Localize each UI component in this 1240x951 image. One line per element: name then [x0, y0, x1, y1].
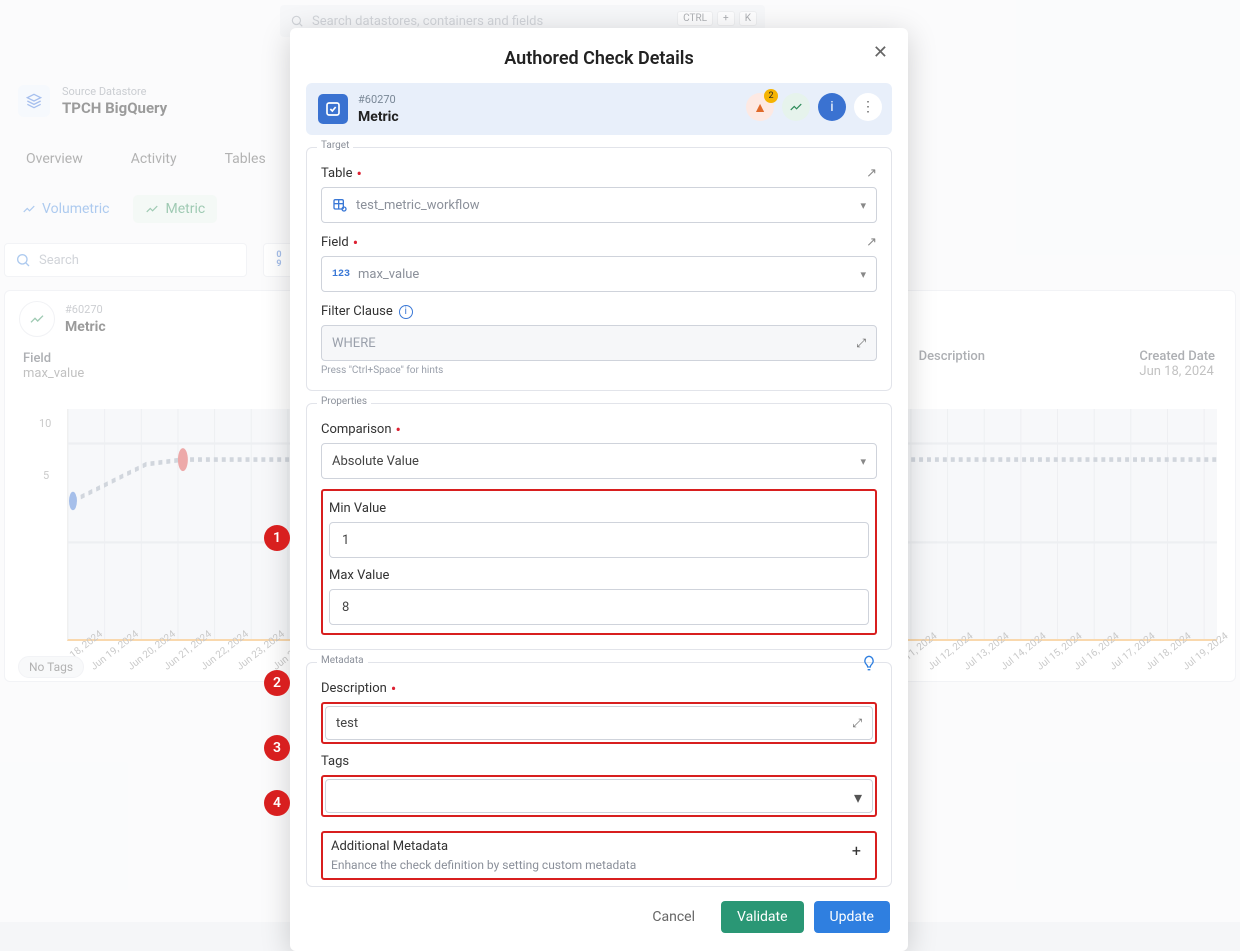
field-label: Field — [321, 235, 349, 250]
description-label: Description — [321, 681, 387, 696]
comparison-label: Comparison — [321, 422, 392, 437]
expand-icon[interactable]: ⤢ — [856, 336, 866, 351]
additional-metadata-sub: Enhance the check definition by setting … — [331, 858, 867, 872]
check-header: #60270 Metric ▲2 i ⋮ — [306, 83, 892, 135]
target-section: Target Table•↗ test_metric_workflow ▾ Fi… — [306, 147, 892, 391]
authored-check-modal: ✕ Authored Check Details #60270 Metric ▲… — [290, 28, 908, 951]
comparison-value: Absolute Value — [332, 454, 419, 469]
info-icon[interactable]: i — [399, 305, 413, 319]
modal-title: Authored Check Details — [290, 28, 908, 83]
filter-placeholder: WHERE — [332, 336, 376, 351]
add-metadata-button[interactable]: + — [852, 841, 861, 860]
more-icon[interactable]: ⋮ — [854, 93, 882, 121]
properties-section: Properties Comparison• Absolute Value ▾ … — [306, 403, 892, 650]
check-id: #60270 — [358, 93, 399, 106]
field-select[interactable]: 123 max_value ▾ — [321, 256, 877, 292]
cancel-button[interactable]: Cancel — [636, 901, 711, 933]
open-icon[interactable]: ↗ — [866, 166, 877, 181]
max-label: Max Value — [329, 568, 389, 583]
annotation-marker-1: 1 — [264, 525, 290, 551]
comparison-select[interactable]: Absolute Value ▾ — [321, 443, 877, 479]
lightbulb-icon[interactable] — [861, 655, 877, 671]
table-icon — [332, 197, 348, 213]
chevron-down-icon: ▾ — [860, 455, 866, 468]
annotation-marker-4: 4 — [264, 790, 290, 816]
number-type-icon: 123 — [332, 269, 350, 280]
section-title: Target — [317, 140, 353, 151]
check-icon — [318, 94, 348, 124]
section-title: Properties — [317, 396, 371, 407]
warning-count: 2 — [764, 89, 778, 103]
annotation-marker-3: 3 — [264, 735, 290, 761]
section-title: Metadata — [317, 655, 368, 666]
table-label: Table — [321, 166, 352, 181]
additional-metadata-label: Additional Metadata — [331, 839, 867, 854]
filter-input[interactable]: WHERE ⤢ — [321, 325, 877, 361]
chevron-down-icon: ▾ — [860, 199, 866, 212]
filter-label: Filter Clause — [321, 304, 393, 319]
max-input[interactable]: 8 — [329, 589, 869, 625]
table-value: test_metric_workflow — [356, 198, 480, 213]
close-button[interactable]: ✕ — [873, 42, 888, 63]
check-name: Metric — [358, 109, 399, 125]
table-select[interactable]: test_metric_workflow ▾ — [321, 187, 877, 223]
validate-button[interactable]: Validate — [721, 901, 804, 933]
chevron-down-icon: ▾ — [860, 268, 866, 281]
description-input[interactable]: test ⤢ — [325, 706, 873, 740]
update-button[interactable]: Update — [814, 901, 890, 933]
tags-label: Tags — [321, 754, 349, 769]
expand-icon[interactable]: ⤢ — [852, 716, 862, 731]
warning-icon[interactable]: ▲2 — [746, 93, 774, 121]
min-label: Min Value — [329, 501, 386, 516]
metadata-section: Metadata Description• test ⤢ Tags Additi… — [306, 662, 892, 887]
filter-hint: Press "Ctrl+Space" for hints — [321, 365, 877, 376]
field-value: max_value — [358, 267, 419, 282]
min-input[interactable]: 1 — [329, 522, 869, 558]
open-icon[interactable]: ↗ — [866, 235, 877, 250]
info-icon[interactable]: i — [818, 93, 846, 121]
tags-select[interactable] — [325, 779, 873, 813]
chart-icon[interactable] — [782, 93, 810, 121]
annotation-marker-2: 2 — [264, 670, 290, 696]
